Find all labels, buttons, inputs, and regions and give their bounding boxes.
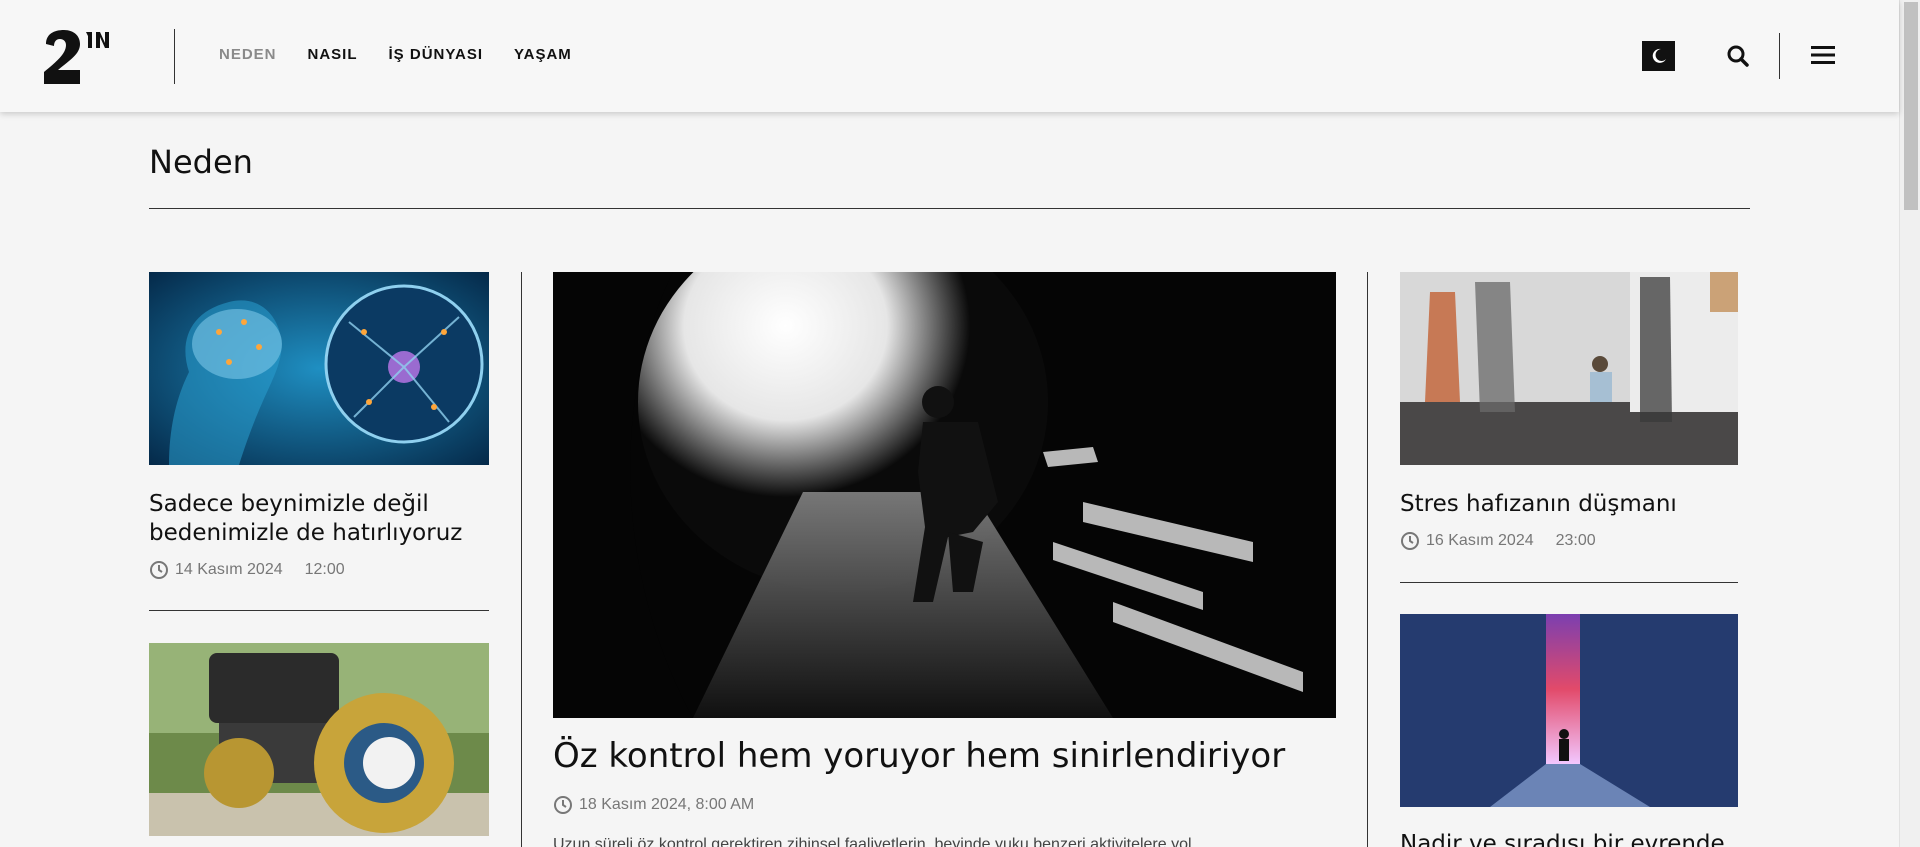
- article-time: 23:00: [1555, 532, 1596, 549]
- clock-icon: [150, 561, 168, 579]
- article-divider: [149, 610, 489, 611]
- article-meta: 16 Kasım 2024 23:00: [1400, 531, 1596, 551]
- article-date: 14 Kasım 2024: [175, 561, 283, 578]
- article-title[interactable]: Nadir ve sıradışı bir evrende: [1400, 830, 1740, 847]
- feature-datetime: 18 Kasım 2024, 8:00 AM: [579, 796, 755, 813]
- feature-meta: 18 Kasım 2024, 8:00 AM: [553, 795, 754, 815]
- article-divider: [1400, 582, 1738, 583]
- article-image-stress[interactable]: [1400, 272, 1738, 465]
- article-image-brain[interactable]: [149, 272, 489, 465]
- clock-icon: [1401, 532, 1419, 550]
- scrollbar-thumb[interactable]: [1904, 2, 1918, 210]
- moon-icon: [1652, 48, 1666, 63]
- dark-mode-toggle[interactable]: [1642, 41, 1675, 71]
- column-divider: [1367, 272, 1368, 847]
- page-scrollbar[interactable]: [1899, 0, 1920, 847]
- article-title[interactable]: Sadece beynimizle değil bedenimizle de h…: [149, 490, 494, 548]
- article-time: 12:00: [304, 561, 345, 578]
- search-icon[interactable]: [1725, 43, 1751, 69]
- article-image-universe[interactable]: [1400, 614, 1738, 807]
- site-logo[interactable]: [42, 28, 116, 86]
- page-title: Neden: [149, 143, 253, 181]
- clock-icon: [554, 796, 572, 814]
- article-title[interactable]: Stres hafızanın düşmanı: [1400, 490, 1740, 519]
- header-divider: [174, 29, 175, 84]
- nav-item-yasam[interactable]: YAŞAM: [514, 46, 572, 63]
- header-divider: [1779, 33, 1780, 79]
- nav-item-nasil[interactable]: NASIL: [308, 46, 358, 63]
- article-date: 16 Kasım 2024: [1426, 532, 1534, 549]
- column-divider: [521, 272, 522, 847]
- feature-excerpt: Uzun süreli öz kontrol gerektiren zihins…: [553, 836, 1192, 847]
- title-divider: [149, 208, 1750, 209]
- nav-item-is-dunyasi[interactable]: İŞ DÜNYASI: [389, 46, 483, 63]
- hamburger-menu-icon[interactable]: [1811, 44, 1835, 66]
- nav-item-neden[interactable]: NEDEN: [219, 46, 277, 63]
- feature-image[interactable]: [553, 272, 1336, 718]
- article-meta: 14 Kasım 2024 12:00: [149, 560, 345, 580]
- site-header: NEDEN NASIL İŞ DÜNYASI YAŞAM: [0, 0, 1899, 112]
- feature-title[interactable]: Öz kontrol hem yoruyor hem sinirlendiriy…: [553, 736, 1285, 776]
- article-image-robot[interactable]: [149, 643, 489, 836]
- main-nav: NEDEN NASIL İŞ DÜNYASI YAŞAM: [219, 46, 603, 63]
